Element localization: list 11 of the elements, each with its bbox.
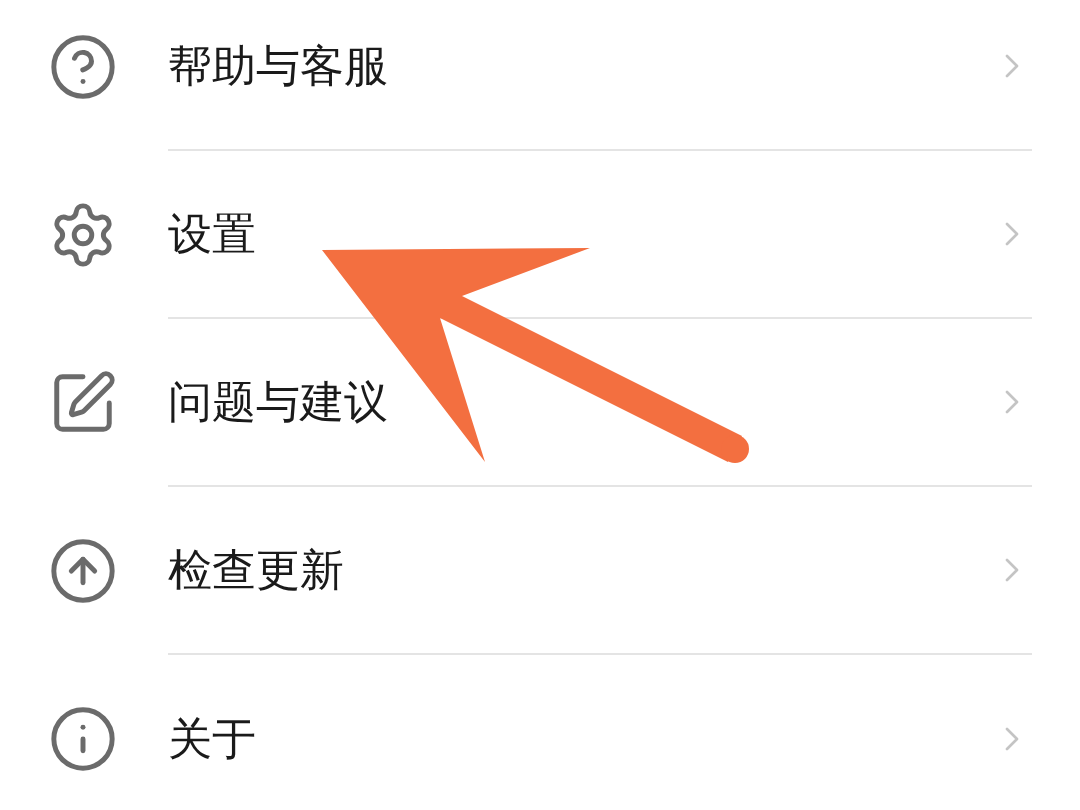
menu-label: 关于	[168, 717, 256, 761]
menu-label: 检查更新	[168, 548, 344, 592]
help-icon	[48, 32, 118, 102]
menu-label: 设置	[168, 212, 256, 256]
menu-item[interactable]: 检查更新	[0, 487, 1080, 655]
menu-label: 帮助与客服	[168, 44, 388, 88]
info-icon	[48, 704, 118, 774]
menu-label: 问题与建议	[168, 380, 388, 424]
menu-item[interactable]: 关于	[0, 655, 1080, 810]
menu-item[interactable]: 帮助与客服	[0, 0, 1080, 151]
up-arrow-circle-icon	[48, 536, 118, 606]
